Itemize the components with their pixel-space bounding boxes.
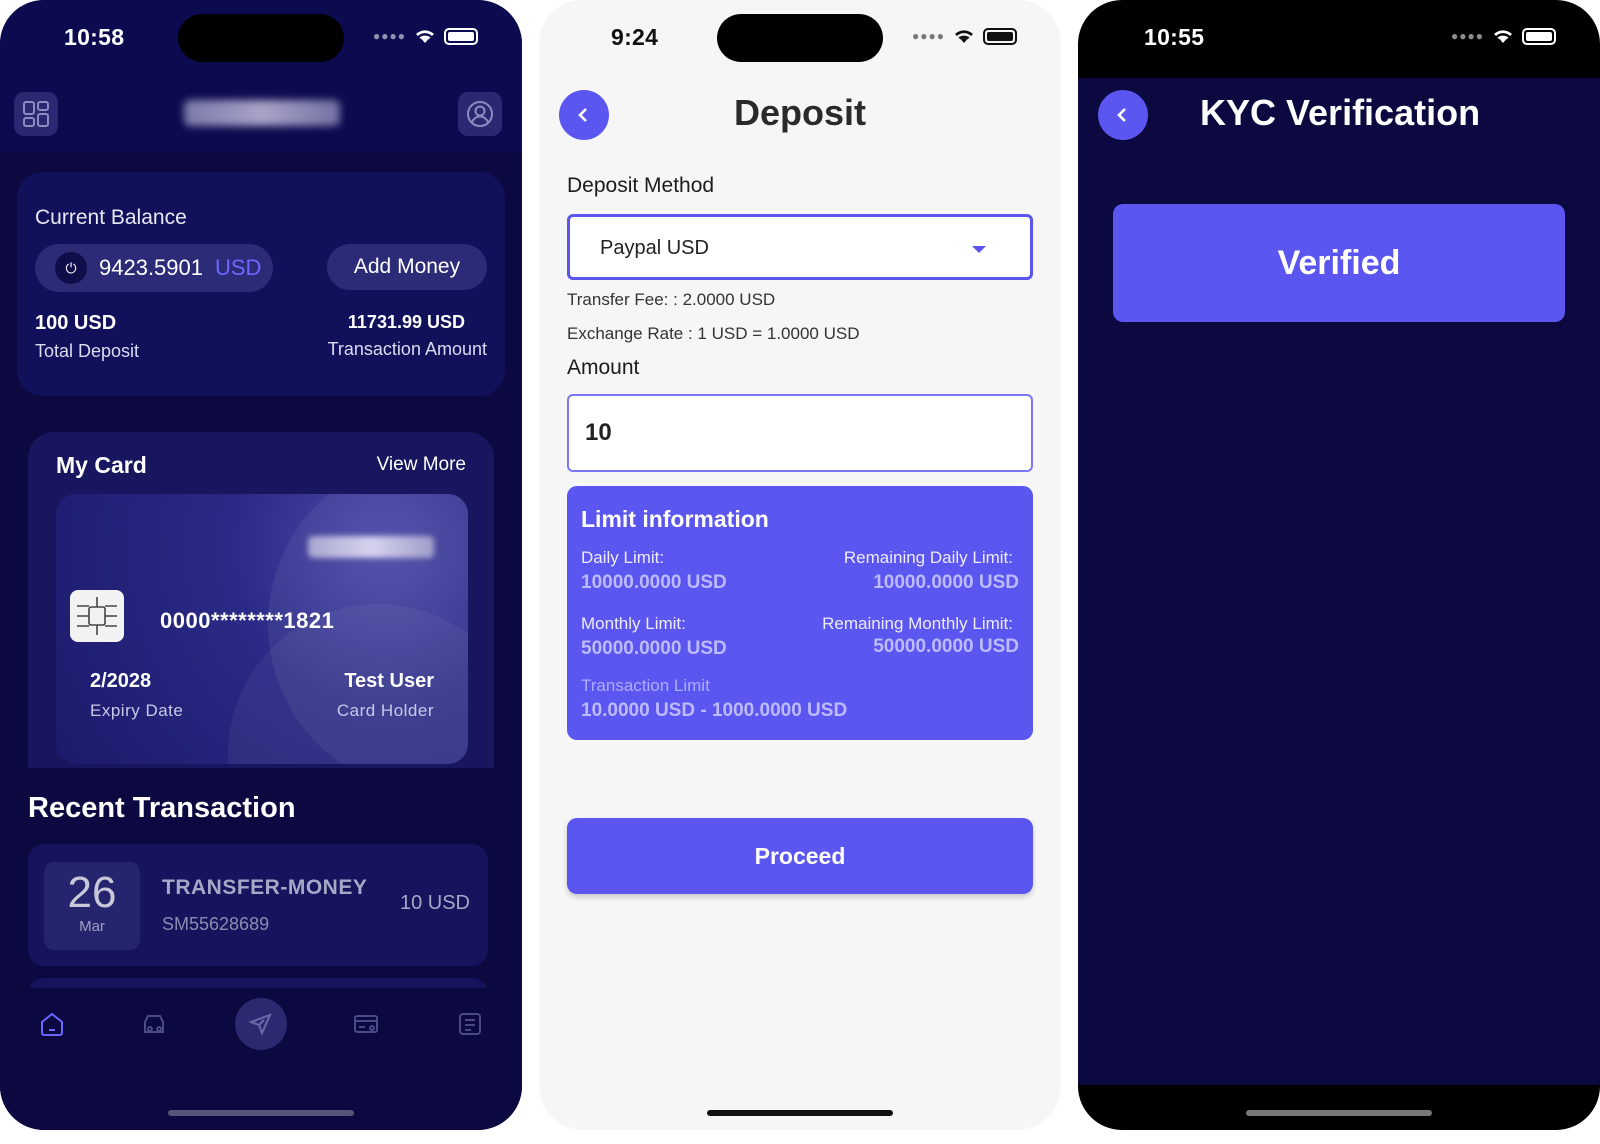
- status-icons: ●●●●: [1451, 26, 1556, 46]
- signal-icon: ●●●●: [912, 29, 945, 43]
- my-card-section: My Card View More 0000********1821 2/202…: [28, 432, 494, 768]
- home-icon[interactable]: [34, 1006, 70, 1042]
- card-holder: Test User Card Holder: [337, 670, 434, 721]
- user-circle-icon[interactable]: [458, 92, 502, 136]
- send-icon[interactable]: [235, 998, 287, 1050]
- chip-icon: [70, 590, 124, 642]
- blurred-card-name: [308, 536, 434, 558]
- home-screen: 10:58 ●●●● Current Balance ⏻ 9423.5901 U…: [0, 0, 522, 1130]
- verified-status-button[interactable]: Verified: [1113, 204, 1565, 322]
- monthly-limit-label: Monthly Limit:: [581, 614, 686, 633]
- daily-limit-label: Daily Limit:: [581, 548, 665, 567]
- dynamic-island: [717, 14, 883, 62]
- monthly-limit-value: 50000.0000 USD: [581, 638, 727, 659]
- transaction-limit-label: Transaction Limit: [581, 676, 710, 695]
- chevron-left-icon: [1117, 108, 1126, 122]
- transaction-amount-label: Transaction Amount: [327, 339, 487, 359]
- remaining-monthly-label: Remaining Monthly Limit:: [822, 614, 1013, 633]
- home-indicator: [707, 1110, 893, 1116]
- wifi-icon: [955, 30, 973, 43]
- card-number: 0000********1821: [160, 608, 335, 633]
- transaction-id: SM55628689: [162, 914, 270, 934]
- balance-currency: USD: [215, 255, 262, 280]
- battery-icon: [444, 27, 478, 45]
- balance-amount: 9423.5901: [99, 255, 203, 280]
- home-indicator: [1246, 1110, 1432, 1116]
- total-deposit-stat: 100 USD Total Deposit: [35, 312, 139, 362]
- add-money-button[interactable]: Add Money: [327, 244, 487, 290]
- total-deposit-value: 100 USD: [35, 312, 117, 334]
- wifi-icon: [1494, 30, 1512, 43]
- caret-down-icon: [972, 246, 986, 253]
- status-bar: 10:55 ●●●●: [1078, 0, 1600, 76]
- card-icon[interactable]: [348, 1006, 384, 1042]
- bank-card[interactable]: 0000********1821 2/2028 Expiry Date Test…: [56, 494, 468, 764]
- transaction-amount-stat: 11731.99 USD Transaction Amount: [328, 312, 487, 360]
- total-deposit-label: Total Deposit: [35, 341, 140, 361]
- document-icon[interactable]: [452, 1006, 488, 1042]
- remaining-daily-value: 10000.0000 USD: [873, 572, 1019, 593]
- recent-transaction-title: Recent Transaction: [28, 792, 296, 824]
- daily-limit-value: 10000.0000 USD: [581, 572, 727, 593]
- my-card-title: My Card: [56, 452, 147, 478]
- amount-input[interactable]: [567, 394, 1033, 472]
- status-time: 10:55: [1144, 24, 1205, 50]
- transaction-month: Mar: [79, 918, 105, 935]
- view-more-link[interactable]: View More: [377, 454, 466, 476]
- transaction-day: 26: [67, 868, 117, 917]
- status-bar: 9:24 ●●●●: [539, 0, 1061, 76]
- balance-label: Current Balance: [35, 206, 187, 229]
- remaining-daily-label: Remaining Daily Limit:: [843, 548, 1013, 567]
- wallet-icon[interactable]: [136, 1006, 172, 1042]
- back-button[interactable]: [1098, 90, 1148, 140]
- status-time: 10:58: [64, 24, 125, 50]
- blurred-username: [184, 100, 340, 126]
- deposit-screen: 9:24 ●●●● Deposit Deposit Method Paypal …: [539, 0, 1061, 1130]
- grid-icon[interactable]: [14, 92, 58, 136]
- page-title: Deposit: [733, 92, 866, 133]
- proceed-button[interactable]: Proceed: [567, 818, 1033, 894]
- amount-label: Amount: [567, 356, 640, 379]
- expiry-label: Expiry Date: [90, 701, 184, 720]
- dynamic-island: [178, 14, 344, 62]
- signal-icon: ●●●●: [373, 29, 406, 43]
- battery-icon: [983, 27, 1017, 45]
- limit-information-box: Limit information Daily Limit: 10000.000…: [567, 486, 1033, 740]
- wifi-icon: [416, 30, 434, 43]
- status-icons: ●●●●: [912, 26, 1017, 46]
- status-time: 9:24: [611, 24, 659, 50]
- status-icons: ●●●●: [373, 26, 478, 46]
- transaction-row[interactable]: 26 Mar TRANSFER-MONEY SM55628689 10 USD: [28, 844, 488, 966]
- balance-pill: ⏻ 9423.5901 USD: [35, 244, 273, 292]
- transaction-limit-value: 10.0000 USD - 1000.0000 USD: [581, 700, 848, 721]
- balance-card: Current Balance ⏻ 9423.5901 USD Add Mone…: [17, 172, 505, 396]
- limit-title: Limit information: [581, 506, 769, 532]
- transfer-fee: Transfer Fee: : 2.0000 USD: [567, 290, 776, 309]
- holder-value: Test User: [344, 670, 434, 692]
- remaining-monthly-value: 50000.0000 USD: [873, 636, 1019, 657]
- home-indicator: [168, 1110, 354, 1116]
- power-icon[interactable]: ⏻: [55, 252, 87, 284]
- kyc-screen: 10:55 ●●●● KYC Verification Verified: [1078, 0, 1600, 1130]
- card-expiry: 2/2028 Expiry Date: [90, 670, 183, 721]
- transaction-amount: 10 USD: [399, 892, 470, 914]
- bottom-nav: [0, 988, 522, 1130]
- status-bar: 10:58 ●●●●: [0, 0, 522, 76]
- top-bar: [0, 76, 522, 152]
- deposit-method-label: Deposit Method: [567, 174, 715, 197]
- battery-icon: [1522, 27, 1556, 45]
- signal-icon: ●●●●: [1451, 29, 1484, 43]
- transaction-type: TRANSFER-MONEY: [162, 876, 368, 899]
- exchange-rate: Exchange Rate : 1 USD = 1.0000 USD: [567, 324, 860, 343]
- transaction-amount-value: 11731.99 USD: [347, 312, 465, 332]
- expiry-value: 2/2028: [90, 670, 152, 692]
- deposit-method-value: Paypal USD: [600, 237, 709, 259]
- transaction-date: 26 Mar: [44, 862, 140, 950]
- deposit-method-select[interactable]: Paypal USD: [567, 214, 1033, 280]
- holder-label: Card Holder: [336, 701, 434, 720]
- page-title: KYC Verification: [1200, 92, 1481, 133]
